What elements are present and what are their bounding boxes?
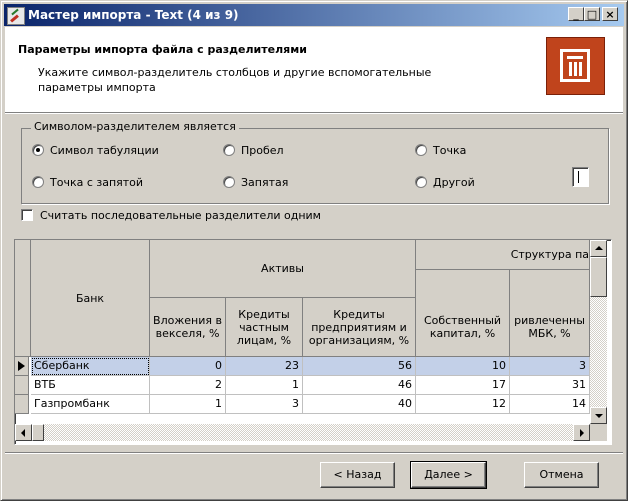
table-cell[interactable]: 14 [510,395,590,414]
radio-dot-label: Точка [433,144,467,157]
preview-grid[interactable]: Банк Активы Структура па Вложения в векс… [14,239,612,445]
table-cell[interactable]: 3 [226,395,303,414]
column-header-bank[interactable]: Банк [31,240,150,357]
consecutive-delimiters-label: Считать последовательные разделители одн… [40,209,321,222]
radio-comma-label: Запятая [241,176,289,189]
title-bar[interactable]: Мастер импорта - Text (4 из 9) _ □ × [4,4,624,26]
footer-divider [5,452,623,454]
scroll-right-button[interactable] [573,424,590,441]
radio-comma[interactable]: Запятая [223,176,288,189]
table-cell[interactable]: 1 [150,395,226,414]
table-cell[interactable]: 40 [303,395,416,414]
checkbox-box[interactable] [21,209,33,221]
column-group-assets: Активы [150,240,416,298]
horizontal-scrollbar-thumb[interactable] [32,424,44,441]
scroll-down-button[interactable] [590,407,607,424]
table-cell[interactable]: 12 [416,395,510,414]
column-header-equity[interactable]: Собственный капитал, % [416,270,510,357]
scroll-left-button[interactable] [15,424,32,441]
column-header-private-loans[interactable]: Кредиты частным лицам, % [226,298,303,357]
indicator-header [15,240,31,357]
table-cell[interactable]: 31 [510,376,590,395]
maximize-button[interactable]: □ [584,7,600,21]
arrow-left-icon [21,429,25,437]
other-delimiter-input[interactable] [572,167,589,187]
close-button[interactable]: × [602,7,618,21]
consecutive-delimiters-checkbox[interactable]: Считать последовательные разделители одн… [21,209,321,222]
radio-dot[interactable]: Точка [415,144,466,157]
table-cell[interactable]: 10 [416,357,510,376]
table-cell[interactable]: 2 [150,376,226,395]
radio-tab[interactable]: Символ табуляции [32,144,159,157]
table-cell[interactable]: 1 [226,376,303,395]
row-indicator [15,357,29,376]
column-header-corporate-loans[interactable]: Кредиты предприятиям и организациям, % [303,298,416,357]
arrow-down-icon [595,414,603,418]
delimiter-group [21,128,609,204]
column-header-bills[interactable]: Вложения в векселя, % [150,298,226,357]
column-header-interbank[interactable]: ривлеченны МБК, % [510,270,590,357]
row-indicator [15,376,29,395]
next-button[interactable]: Далее > [410,461,487,489]
table-cell[interactable]: 3 [510,357,590,376]
radio-indicator [223,144,235,156]
table-cell-bank[interactable]: Сбербанк [31,357,150,376]
page-title: Параметры импорта файла с разделителями [18,43,307,56]
table-cell-bank[interactable]: ВТБ [31,376,150,395]
delimiter-group-title: Символом-разделителем является [31,120,239,133]
radio-indicator [415,144,427,156]
radio-other[interactable]: Другой [415,176,475,189]
radio-semicolon-label: Точка с запятой [50,176,144,189]
radio-selected-indicator [32,144,44,156]
table-cell[interactable]: 23 [226,357,303,376]
window-title: Мастер импорта - Text (4 из 9) [28,8,239,22]
radio-indicator [415,176,427,188]
radio-indicator [223,176,235,188]
radio-space-label: Пробел [241,144,284,157]
wizard-header: Параметры импорта файла с разделителями … [5,27,623,113]
radio-indicator [32,176,44,188]
radio-tab-label: Символ табуляции [50,144,159,157]
arrow-right-icon [580,429,584,437]
table-cell[interactable]: 17 [416,376,510,395]
import-wizard-window: Мастер импорта - Text (4 из 9) _ □ × Пар… [0,0,628,501]
table-cell[interactable]: 56 [303,357,416,376]
scrollbar-corner [590,424,607,441]
column-group-structure: Структура па [416,240,590,270]
back-button[interactable]: < Назад [320,462,395,488]
arrow-up-icon [595,246,603,250]
cancel-button[interactable]: Отмена [524,462,599,488]
page-description: Укажите символ-разделитель столбцов и др… [38,66,432,94]
radio-other-label: Другой [433,176,475,189]
current-row-arrow-icon [18,361,25,371]
table-cell-bank[interactable]: Газпромбанк [31,395,150,414]
vertical-scrollbar-thumb[interactable] [590,257,607,297]
table-cell[interactable]: 46 [303,376,416,395]
wizard-icon [7,7,25,25]
table-cell[interactable]: 0 [150,357,226,376]
horizontal-scrollbar-track[interactable] [32,424,573,441]
minimize-button[interactable]: _ [568,7,584,21]
scroll-up-button[interactable] [590,240,607,257]
import-logo-icon [546,37,605,95]
header-divider [5,112,623,114]
row-indicator [15,395,29,414]
radio-space[interactable]: Пробел [223,144,284,157]
radio-semicolon[interactable]: Точка с запятой [32,176,143,189]
